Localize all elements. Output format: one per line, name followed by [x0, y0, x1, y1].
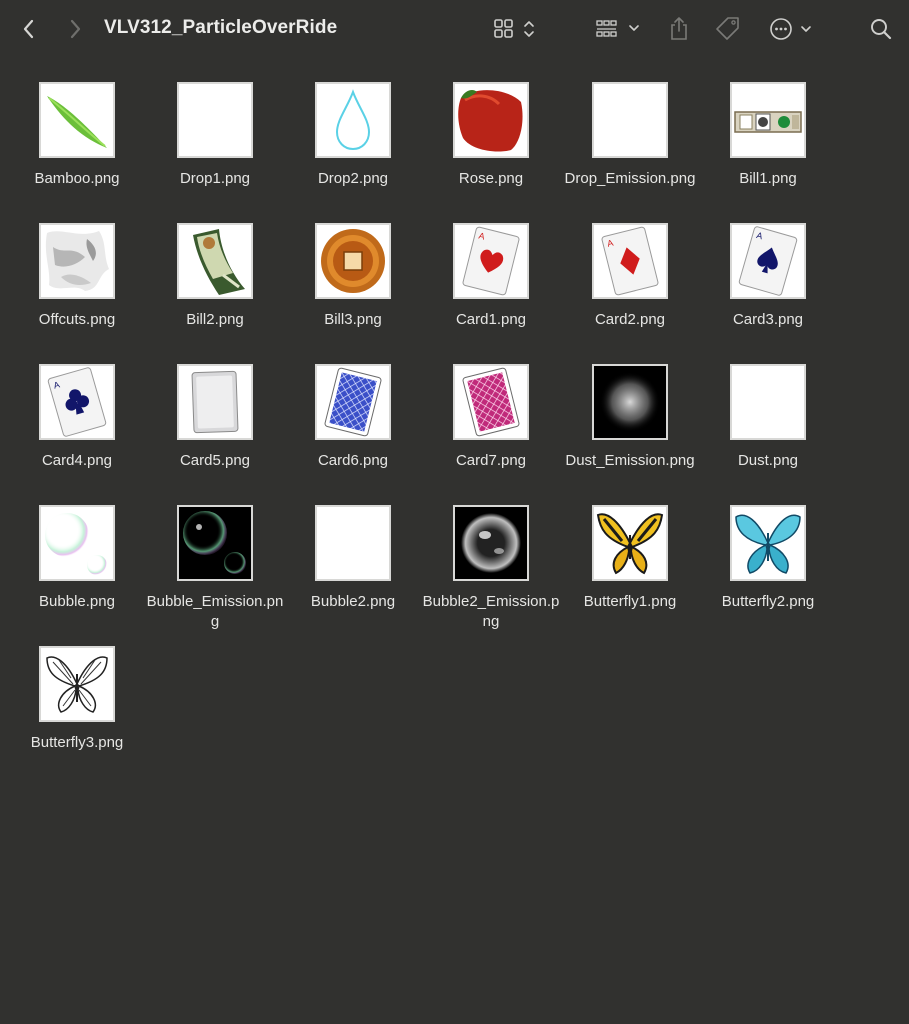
file-item[interactable]: Bubble_Emission.png — [146, 505, 284, 645]
file-item[interactable]: Butterfly1.png — [561, 505, 699, 645]
file-item[interactable]: Rose.png — [422, 82, 560, 222]
file-thumbnail — [39, 223, 115, 299]
file-thumbnail — [453, 505, 529, 581]
file-item[interactable]: Drop1.png — [146, 82, 284, 222]
file-item[interactable]: A Card3.png — [699, 223, 837, 363]
file-grid: Bamboo.png Drop1.png Drop2.png Rose.png Drop… — [0, 0, 909, 1024]
file-thumbnail — [730, 82, 806, 158]
file-thumbnail — [592, 505, 668, 581]
file-item[interactable]: Bubble2.png — [284, 505, 422, 645]
file-item[interactable]: Drop_Emission.png — [561, 82, 699, 222]
file-thumbnail — [39, 646, 115, 722]
file-thumbnail — [39, 505, 115, 581]
file-thumbnail: A — [453, 223, 529, 299]
file-name: Dust_Emission.png — [565, 452, 695, 469]
file-thumbnail — [730, 364, 806, 440]
file-item[interactable]: Bubble2_Emission.png — [422, 505, 560, 645]
file-thumbnail — [177, 505, 253, 581]
file-thumbnail: A — [592, 223, 668, 299]
file-item[interactable]: Offcuts.png — [8, 223, 146, 363]
file-name: Card1.png — [455, 311, 527, 328]
file-name: Bubble.png — [39, 593, 115, 610]
file-thumbnail — [730, 505, 806, 581]
file-name: Card3.png — [732, 311, 804, 328]
file-thumbnail — [315, 505, 391, 581]
file-item[interactable]: Bubble.png — [8, 505, 146, 645]
file-item[interactable]: A Card2.png — [561, 223, 699, 363]
file-thumbnail — [592, 82, 668, 158]
file-thumbnail: A — [730, 223, 806, 299]
file-item[interactable]: A Card4.png — [8, 364, 146, 504]
file-thumbnail — [453, 364, 529, 440]
file-thumbnail — [315, 223, 391, 299]
file-name: Drop1.png — [179, 170, 251, 187]
file-thumbnail — [177, 223, 253, 299]
file-thumbnail — [177, 82, 253, 158]
file-name: Butterfly2.png — [721, 593, 815, 610]
file-name: Drop2.png — [317, 170, 389, 187]
file-name: Bamboo.png — [34, 170, 120, 187]
file-name: Card2.png — [594, 311, 666, 328]
file-name: Card4.png — [41, 452, 113, 469]
file-thumbnail — [592, 364, 668, 440]
file-name: Card7.png — [455, 452, 527, 469]
file-name: Card5.png — [179, 452, 251, 469]
file-item[interactable]: Butterfly2.png — [699, 505, 837, 645]
file-name: Bubble_Emission.png — [146, 593, 284, 630]
file-name: Bill3.png — [324, 311, 382, 328]
file-item[interactable]: Bamboo.png — [8, 82, 146, 222]
file-item[interactable]: Dust.png — [699, 364, 837, 504]
file-thumbnail — [177, 364, 253, 440]
file-name: Card6.png — [317, 452, 389, 469]
file-item[interactable]: Card6.png — [284, 364, 422, 504]
file-name: Butterfly1.png — [583, 593, 677, 610]
file-item[interactable]: Bill3.png — [284, 223, 422, 363]
file-thumbnail: A — [39, 364, 115, 440]
file-name: Bubble2_Emission.png — [422, 593, 560, 630]
file-thumbnail — [39, 82, 115, 158]
file-name: Bill1.png — [739, 170, 797, 187]
file-item[interactable]: Butterfly3.png — [8, 646, 146, 786]
file-name: Rose.png — [458, 170, 524, 187]
file-item[interactable]: Dust_Emission.png — [561, 364, 699, 504]
file-thumbnail — [453, 82, 529, 158]
file-item[interactable]: Card5.png — [146, 364, 284, 504]
file-name: Bubble2.png — [310, 593, 396, 610]
file-item[interactable]: A Card1.png — [422, 223, 560, 363]
file-item[interactable]: Bill1.png — [699, 82, 837, 222]
file-thumbnail — [315, 82, 391, 158]
file-name: Offcuts.png — [38, 311, 116, 328]
file-thumbnail — [315, 364, 391, 440]
file-name: Bill2.png — [186, 311, 244, 328]
file-item[interactable]: Drop2.png — [284, 82, 422, 222]
file-name: Butterfly3.png — [30, 734, 124, 751]
file-name: Dust.png — [737, 452, 799, 469]
file-item[interactable]: Card7.png — [422, 364, 560, 504]
file-item[interactable]: Bill2.png — [146, 223, 284, 363]
file-name: Drop_Emission.png — [564, 170, 696, 187]
